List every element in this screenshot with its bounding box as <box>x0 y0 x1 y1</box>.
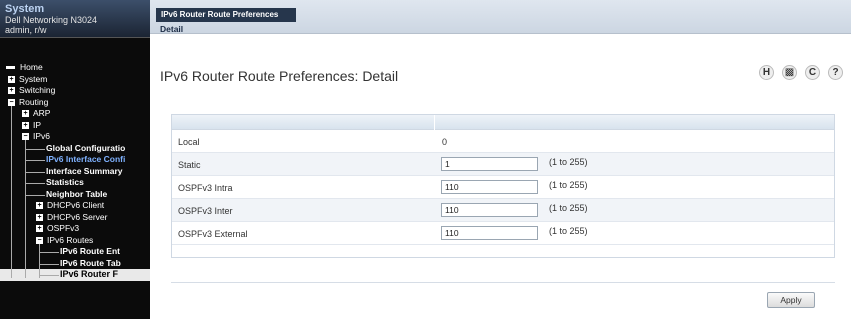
sidebar-item-label: Routing <box>19 96 49 107</box>
static-label: Static <box>178 160 201 170</box>
sidebar-item-interface-summary[interactable]: Interface Summary <box>0 166 150 178</box>
sidebar-item-ipv6-route-entry[interactable]: IPv6 Route Ent <box>0 246 150 258</box>
expand-icon[interactable]: + <box>8 87 15 94</box>
tree-connector <box>39 263 59 265</box>
sidebar-item-global-configuration[interactable]: Global Configuratio <box>0 143 150 155</box>
tree-connector <box>11 105 12 278</box>
sidebar-item-label: DHCPv6 Client <box>47 200 105 210</box>
sidebar-item-label: Statistics <box>46 177 84 187</box>
toolbar-icons: H ▩ C ? <box>759 65 843 80</box>
sidebar-item-ospfv3[interactable]: + OSPFv3 <box>0 223 150 235</box>
nav-tree: Home + System + Switching − Routing + ARP + IP − IPv… <box>0 38 150 281</box>
subtab-detail[interactable]: Detail <box>160 24 183 34</box>
ospfv3-external-range: (1 to 255) <box>549 226 588 236</box>
tree-connector <box>25 148 45 150</box>
static-range: (1 to 255) <box>549 157 588 167</box>
sidebar-item-label: IPv6 Interface Confi <box>46 154 126 164</box>
sidebar-item-label: Switching <box>19 85 56 95</box>
sidebar-item-label: Global Configuratio <box>46 142 126 153</box>
sidebar-item-ipv6-interface-configuration[interactable]: IPv6 Interface Confi <box>0 154 150 166</box>
sidebar-item-label: Home <box>20 62 43 72</box>
expand-icon[interactable]: + <box>22 110 29 117</box>
sidebar-item-label: IP <box>33 119 42 130</box>
sidebar-item-label: Interface Summary <box>46 165 123 176</box>
ospfv3-inter-label: OSPFv3 Inter <box>178 206 233 216</box>
local-value: 0 <box>442 137 448 147</box>
tab-bar: IPv6 Router Route Preferences Detail <box>150 0 851 34</box>
sidebar-item-ipv6-router-route-preferences[interactable]: IPv6 Router F <box>0 269 150 281</box>
tree-connector <box>25 160 45 161</box>
row-ospfv3-external: OSPFv3 External (1 to 255) <box>172 222 834 245</box>
sidebar-item-statistics[interactable]: Statistics <box>0 177 150 189</box>
collapse-icon[interactable]: − <box>36 236 43 244</box>
expand-icon[interactable]: + <box>36 202 43 209</box>
system-title[interactable]: System <box>5 3 145 15</box>
home-icon <box>6 66 15 69</box>
sidebar-item-label: IPv6 <box>33 131 51 141</box>
tree-connector <box>39 275 59 276</box>
system-header: System Dell Networking N3024 admin, r/w <box>0 0 150 38</box>
tree-connector <box>39 252 59 253</box>
sidebar-item-label: IPv6 Route Ent <box>60 246 120 256</box>
sidebar-item-ipv6-route-table[interactable]: IPv6 Route Tab <box>0 258 150 270</box>
print-icon[interactable]: ▩ <box>782 65 797 80</box>
device-name: Dell Networking N3024 <box>5 15 98 25</box>
help-icon[interactable]: ? <box>828 65 843 80</box>
expand-icon[interactable]: + <box>22 121 29 129</box>
sidebar-item-routing[interactable]: − Routing <box>0 97 150 109</box>
row-local: Local 0 <box>172 130 834 153</box>
ospfv3-inter-range: (1 to 255) <box>549 203 588 213</box>
tree-connector <box>25 171 45 173</box>
expand-icon[interactable]: + <box>36 213 43 221</box>
sidebar-item-label: System <box>19 73 48 84</box>
sidebar-item-label: Neighbor Table <box>46 188 108 199</box>
ospfv3-intra-range: (1 to 255) <box>549 180 588 190</box>
sidebar-item-dhcpv6-server[interactable]: + DHCPv6 Server <box>0 212 150 224</box>
row-ospfv3-inter: OSPFv3 Inter (1 to 255) <box>172 199 834 222</box>
sidebar-item-switching[interactable]: + Switching <box>0 85 150 97</box>
sidebar-item-ipv6-routes[interactable]: − IPv6 Routes <box>0 235 150 247</box>
sidebar-item-arp[interactable]: + ARP <box>0 108 150 120</box>
collapse-icon[interactable]: − <box>22 133 29 140</box>
sidebar-item-label: IPv6 Router F <box>60 269 119 279</box>
sidebar-item-label: ARP <box>33 108 51 118</box>
sidebar-item-label: DHCPv6 Server <box>47 211 108 222</box>
ospfv3-external-input[interactable] <box>441 226 538 240</box>
collapse-icon[interactable]: − <box>8 98 15 106</box>
ospfv3-inter-input[interactable] <box>441 203 538 217</box>
divider <box>171 282 835 283</box>
apply-button[interactable]: Apply <box>767 292 815 308</box>
sidebar-item-dhcpv6-client[interactable]: + DHCPv6 Client <box>0 200 150 212</box>
tree-connector <box>25 140 26 278</box>
static-input[interactable] <box>441 157 538 171</box>
tree-connector <box>39 243 40 278</box>
local-label: Local <box>178 137 200 147</box>
sidebar-item-ipv6[interactable]: − IPv6 <box>0 131 150 143</box>
sidebar-item-ip[interactable]: + IP <box>0 120 150 132</box>
table-header <box>172 115 834 130</box>
row-static: Static (1 to 255) <box>172 153 834 176</box>
preferences-table: Local 0 Static (1 to 255) OSPFv3 Intra (… <box>171 114 835 258</box>
sidebar-item-label: IPv6 Routes <box>47 234 94 245</box>
sidebar-item-label: IPv6 Route Tab <box>60 257 121 268</box>
ospfv3-intra-input[interactable] <box>441 180 538 194</box>
tree-connector <box>25 194 45 196</box>
expand-icon[interactable]: + <box>36 225 43 232</box>
page-title: IPv6 Router Route Preferences: Detail <box>160 68 399 84</box>
sidebar-item-label: OSPFv3 <box>47 223 80 233</box>
sidebar-item-neighbor-table[interactable]: Neighbor Table <box>0 189 150 201</box>
tab-ipv6-router-route-preferences[interactable]: IPv6 Router Route Preferences <box>156 8 296 22</box>
refresh-icon[interactable]: C <box>805 65 820 80</box>
user-role: admin, r/w <box>5 25 47 35</box>
sidebar-item-system[interactable]: + System <box>0 74 150 86</box>
ospfv3-external-label: OSPFv3 External <box>178 229 248 239</box>
help-h-icon[interactable]: H <box>759 65 774 80</box>
tree-connector <box>25 183 45 184</box>
row-ospfv3-intra: OSPFv3 Intra (1 to 255) <box>172 176 834 199</box>
main-panel: IPv6 Router Route Preferences Detail IPv… <box>150 0 851 319</box>
sidebar: System Dell Networking N3024 admin, r/w … <box>0 0 150 319</box>
sidebar-item-home[interactable]: Home <box>0 62 150 74</box>
expand-icon[interactable]: + <box>8 75 15 83</box>
ospfv3-intra-label: OSPFv3 Intra <box>178 183 233 193</box>
